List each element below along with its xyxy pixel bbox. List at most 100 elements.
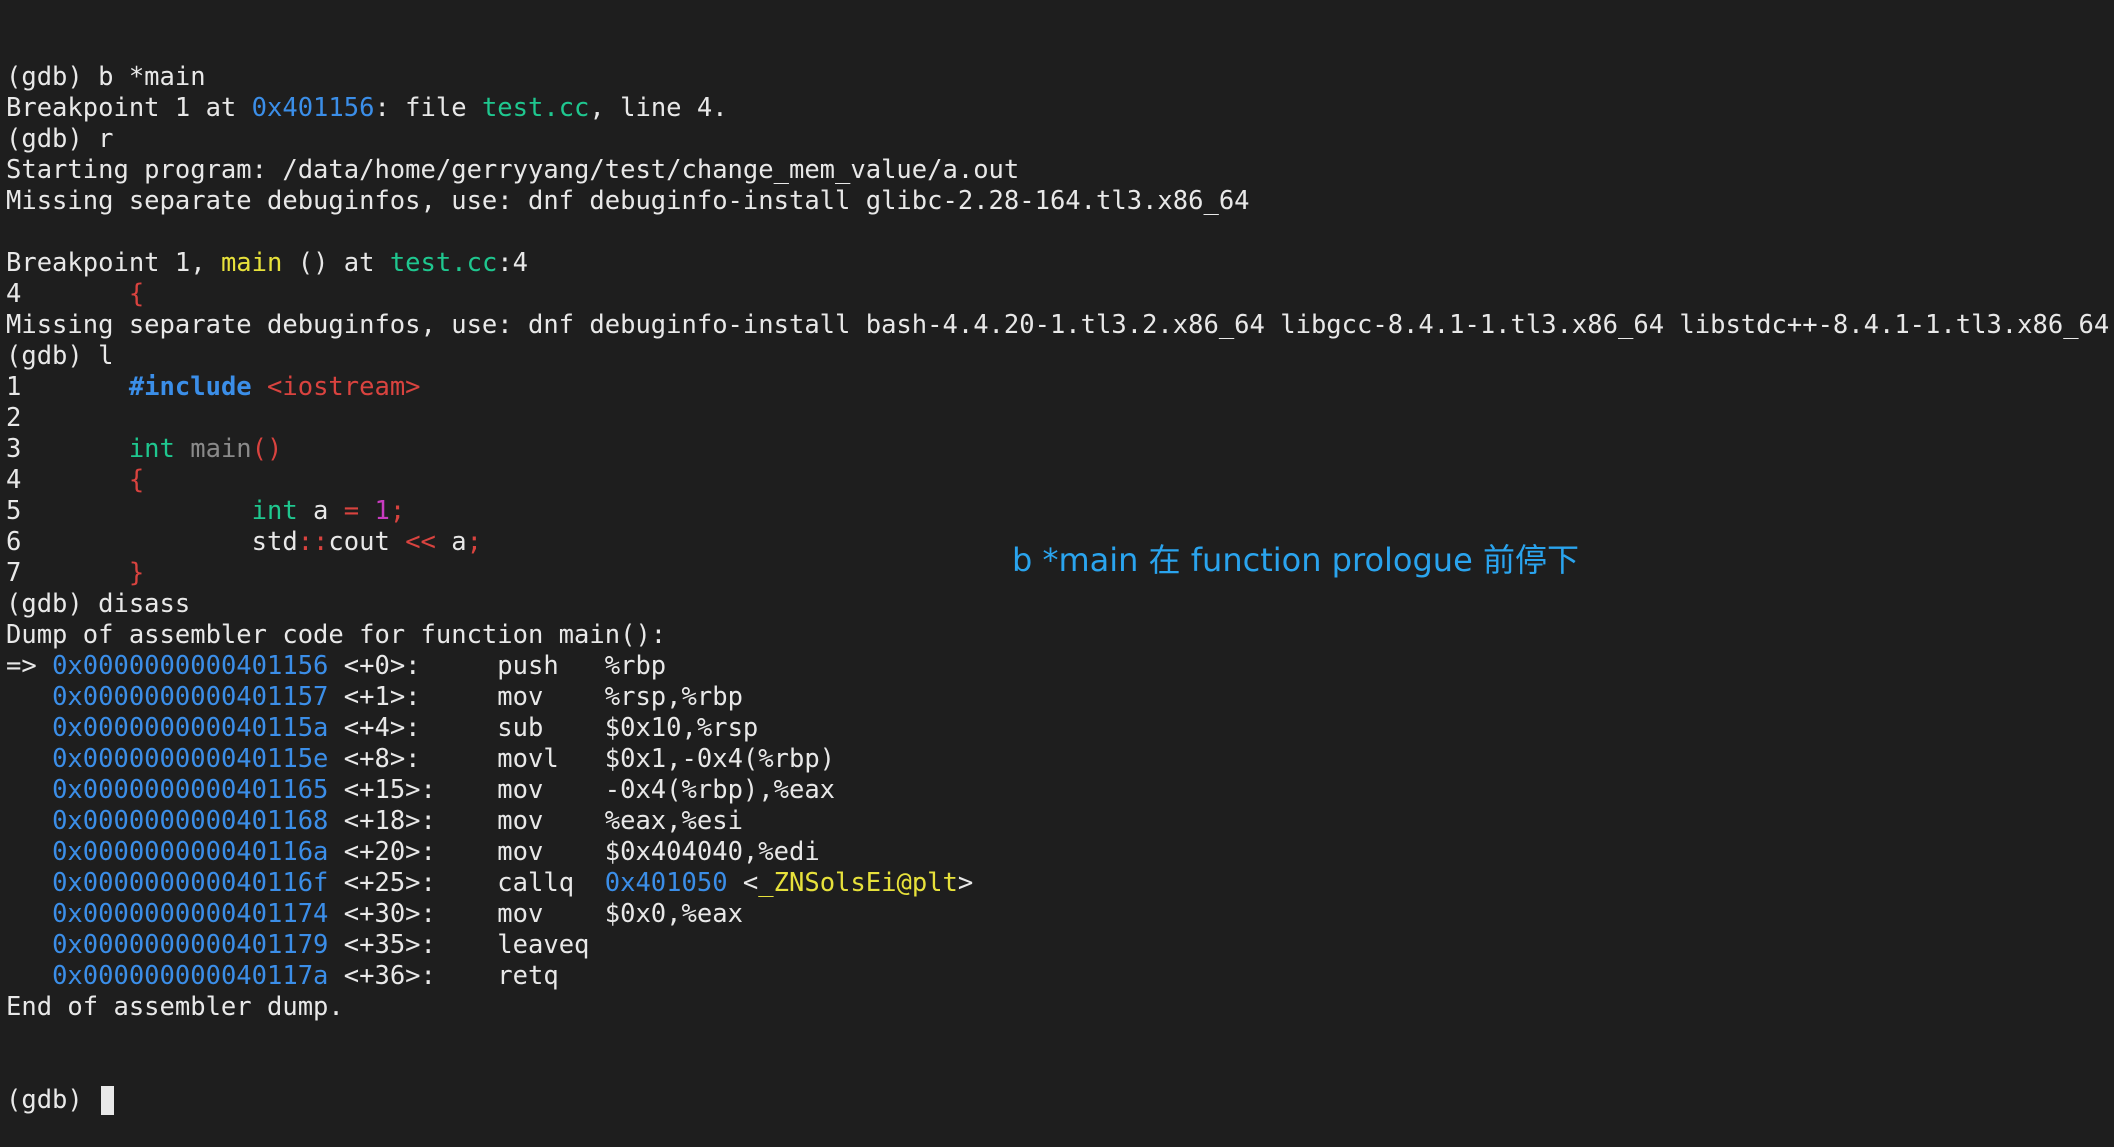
line-text-segment: <+35>: leaveq (328, 930, 590, 960)
text-cursor (101, 1086, 115, 1115)
line-text-segment: { (128, 465, 145, 495)
line-text-segment: 5 (6, 496, 252, 526)
terminal-line: Missing separate debuginfos, use: dnf de… (6, 310, 2109, 341)
line-text-segment: int (128, 434, 175, 464)
line-text-segment: test.cc (389, 248, 498, 278)
terminal-line: 0x0000000000401165 <+15>: mov -0x4(%rbp)… (6, 775, 2106, 806)
line-text-segment: Starting program: /data/home/gerryyang/t… (6, 155, 1020, 185)
line-text-segment: #include (128, 372, 252, 402)
line-text-segment (6, 806, 52, 836)
line-text-segment: <+30>: mov $0x0,%eax (328, 899, 743, 929)
line-text-segment: } (128, 558, 145, 588)
terminal-line: End of assembler dump. (6, 992, 2106, 1023)
line-text-segment: 4 (6, 465, 129, 495)
line-text-segment: 0x0000000000401165 (52, 775, 329, 805)
terminal-line: 4 { (6, 279, 2106, 310)
line-text-segment: 0x401156 (251, 93, 375, 123)
line-text-segment: , line 4. (589, 93, 728, 123)
line-text-segment: <+20>: mov $0x404040,%edi (328, 837, 820, 867)
line-text-segment: 7 (6, 558, 129, 588)
terminal-line: 0x0000000000401179 <+35>: leaveq (6, 930, 2106, 961)
line-text-segment: _ZNSolsEi@plt (758, 868, 958, 898)
line-text-segment: << (405, 527, 436, 557)
line-text-segment: ; (389, 496, 406, 526)
terminal-line: Breakpoint 1, main () at test.cc:4 (6, 248, 2106, 279)
line-text-segment: main (220, 248, 283, 278)
line-text-segment: 0x0000000000401168 (52, 806, 329, 836)
terminal-line: Starting program: /data/home/gerryyang/t… (6, 155, 2106, 186)
line-text-segment (6, 682, 52, 712)
terminal-line: 0x000000000040115a <+4>: sub $0x10,%rsp (6, 713, 2106, 744)
line-text-segment: 3 (6, 434, 129, 464)
line-text-segment: <+1>: mov %rsp,%rbp (328, 682, 743, 712)
line-text-segment: 2 (6, 403, 22, 433)
line-text-segment: () at (282, 248, 390, 278)
line-text-segment: 0x000000000040116a (52, 837, 329, 867)
terminal-line: 2 (6, 403, 2106, 434)
line-text-segment: 0x000000000040117a (52, 961, 329, 991)
line-text-segment: = (343, 496, 360, 526)
terminal-line: 0x000000000040116f <+25>: callq 0x401050… (6, 868, 2106, 899)
line-text-segment: Breakpoint 1 at (6, 93, 252, 123)
line-text-segment: 0x000000000040116f (52, 868, 329, 898)
terminal-line: (gdb) disass (6, 589, 2106, 620)
line-text-segment: (gdb) b *main (6, 62, 206, 92)
line-text-segment (6, 930, 52, 960)
line-text-segment: (gdb) r (6, 124, 114, 154)
line-text-segment: 6 std (6, 527, 298, 557)
terminal-line: 0x0000000000401168 <+18>: mov %eax,%esi (6, 806, 2106, 837)
line-text-segment: main (190, 434, 252, 464)
line-text-segment (6, 899, 52, 929)
line-text-segment: <+4>: sub $0x10,%rsp (328, 713, 759, 743)
line-text-segment: (gdb) disass (6, 589, 191, 619)
terminal-line: 4 { (6, 465, 2106, 496)
line-text-segment: 0x0000000000401179 (52, 930, 329, 960)
terminal-line: Missing separate debuginfos, use: dnf de… (6, 186, 2106, 217)
line-text-segment: <+0>: push %rbp (328, 651, 667, 681)
line-text-segment: cout (328, 527, 406, 557)
prompt: (gdb) (6, 1085, 83, 1115)
line-text-segment: () (251, 434, 283, 464)
terminal-line: 0x000000000040116a <+20>: mov $0x404040,… (6, 837, 2106, 868)
line-text-segment (6, 744, 52, 774)
line-text-segment: 0x401050 (604, 868, 728, 898)
line-text-segment (6, 713, 52, 743)
line-text-segment (6, 961, 52, 991)
line-text-segment: 0x0000000000401174 (52, 899, 329, 929)
line-text-segment: Breakpoint 1, (6, 248, 221, 278)
annotation-note: b *main 在 function prologue 前停下 (1012, 541, 1579, 579)
line-text-segment: <+18>: mov %eax,%esi (328, 806, 743, 836)
line-text-segment: End of assembler dump. (6, 992, 344, 1022)
line-text-segment: test.cc (481, 93, 590, 123)
line-text-segment: 0x000000000040115e (52, 744, 329, 774)
terminal-line: (gdb) b *main (6, 62, 2106, 93)
line-text-segment: a (297, 496, 344, 526)
line-text-segment (252, 372, 267, 402)
line-text-segment: a (435, 527, 467, 557)
line-text-segment: Missing separate debuginfos, use: dnf de… (6, 186, 1250, 216)
line-text-segment: 0x0000000000401157 (52, 682, 329, 712)
line-text-segment: :4 (497, 248, 529, 278)
line-text-segment (175, 434, 190, 464)
terminal-line: 0x000000000040115e <+8>: movl $0x1,-0x4(… (6, 744, 2106, 775)
line-text-segment (6, 775, 52, 805)
line-text-segment (6, 837, 52, 867)
line-text-segment: ; (466, 527, 482, 557)
terminal-line: 0x000000000040117a <+36>: retq (6, 961, 2106, 992)
line-text-segment: :: (297, 527, 329, 557)
line-text-segment: <+8>: movl $0x1,-0x4(%rbp) (328, 744, 836, 774)
terminal-line: => 0x0000000000401156 <+0>: push %rbp (6, 651, 2106, 682)
terminal-line: (gdb) l (6, 341, 2106, 372)
line-text-segment: 1 (6, 372, 129, 402)
terminal-line: 1 #include <iostream> (6, 372, 2106, 403)
line-text-segment: <+36>: retq (328, 961, 559, 991)
line-text-segment: 0x000000000040115a (52, 713, 329, 743)
terminal-line: (gdb) r (6, 124, 2106, 155)
terminal-line: 0x0000000000401157 <+1>: mov %rsp,%rbp (6, 682, 2106, 713)
line-text-segment: int (251, 496, 298, 526)
line-text-segment: Dump of assembler code for function main… (6, 620, 667, 650)
terminal-line: 5 int a = 1; (6, 496, 2106, 527)
prompt-line[interactable]: (gdb) (6, 1085, 2106, 1116)
line-text-segment (359, 496, 374, 526)
